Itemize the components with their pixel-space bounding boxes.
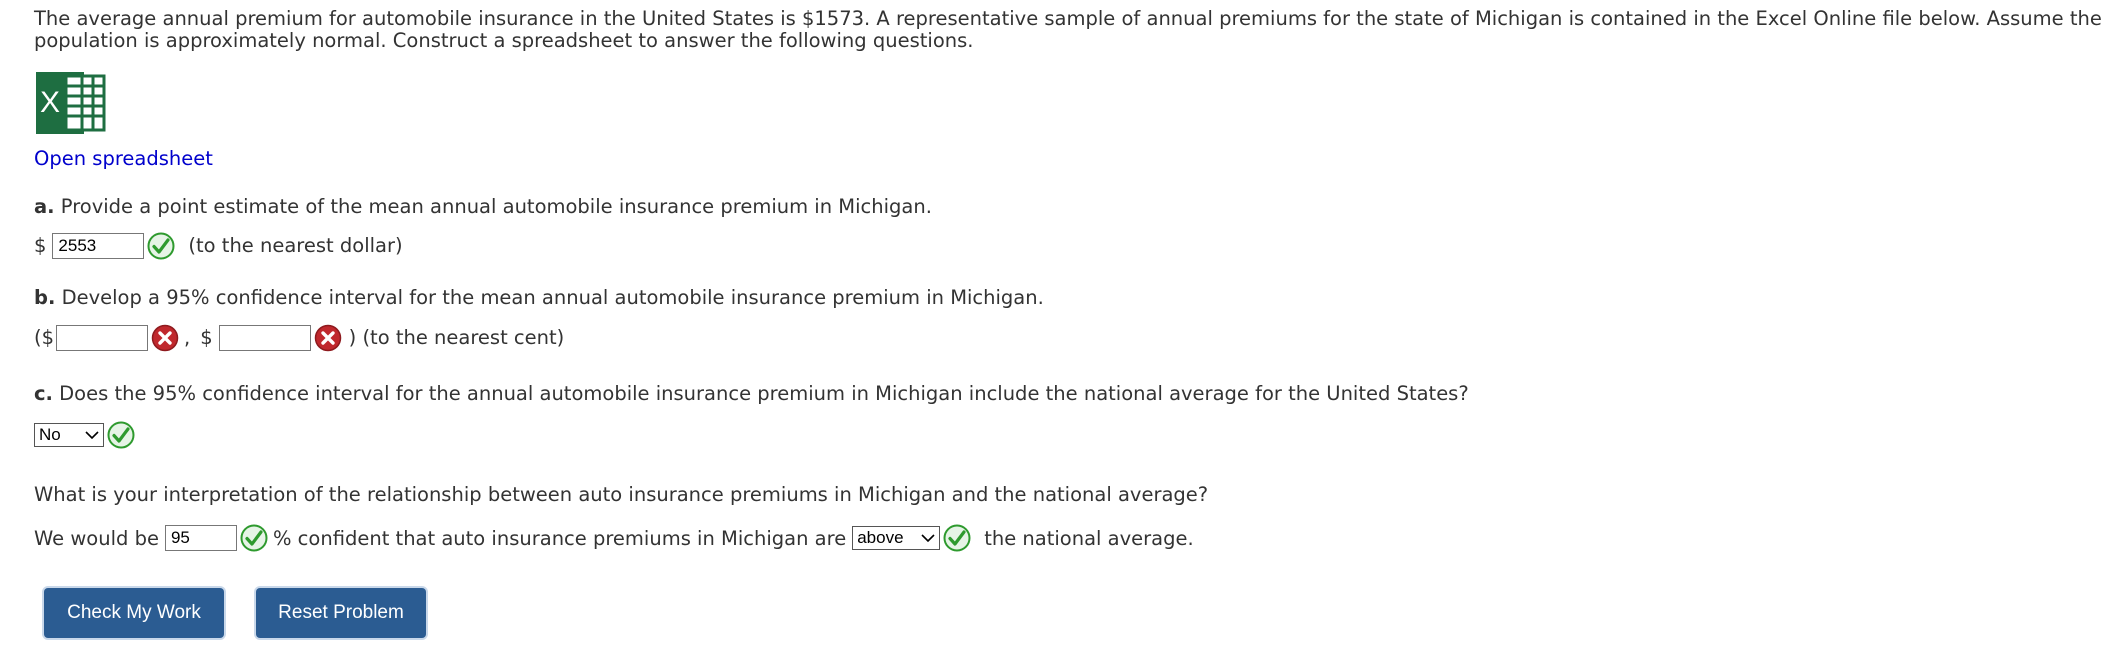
problem-container: The average annual premium for automobil…	[0, 0, 2124, 652]
excel-icon[interactable]: X	[34, 70, 106, 136]
question-c-label: c.	[34, 381, 53, 405]
question-c: c. Does the 95% confidence interval for …	[34, 382, 2090, 405]
reset-problem-button[interactable]: Reset Problem	[256, 588, 426, 638]
interpretation-row: We would be % confident that auto insura…	[34, 524, 2090, 552]
question-c-text: Does the 95% confidence interval for the…	[59, 381, 1469, 405]
confidence-level-input[interactable]	[164, 525, 237, 552]
question-a-label: a.	[34, 194, 55, 218]
currency-symbol-2: $	[200, 325, 213, 349]
open-spreadsheet-link[interactable]: Open spreadsheet	[34, 147, 2090, 170]
question-a: a. Provide a point estimate of the mean …	[34, 195, 2090, 218]
question-b: b. Develop a 95% confidence interval for…	[34, 286, 2090, 309]
include-select-value: No	[39, 424, 61, 444]
above-below-select[interactable]: above	[852, 526, 941, 551]
interpretation-middle: % confident that auto insurance premiums…	[272, 526, 847, 550]
question-a-text: Provide a point estimate of the mean ann…	[60, 194, 932, 218]
above-below-value: above	[857, 528, 904, 548]
answer-a-row: $ (to the nearest dollar)	[34, 232, 2090, 260]
interpretation-prefix: We would be	[34, 526, 159, 550]
include-national-average-select[interactable]: No	[34, 422, 104, 447]
incorrect-icon	[314, 324, 341, 351]
question-b-text: Develop a 95% confidence interval for th…	[61, 286, 1044, 310]
check-icon	[240, 524, 268, 552]
interval-open: ($	[34, 325, 55, 349]
check-icon	[147, 232, 175, 260]
check-icon	[107, 421, 135, 449]
ci-lower-input[interactable]	[56, 324, 149, 351]
interval-separator: ,	[184, 325, 191, 349]
check-icon	[943, 524, 971, 552]
problem-intro: The average annual premium for automobil…	[34, 7, 2102, 52]
chevron-down-icon	[921, 534, 935, 543]
answer-c-row: No	[34, 421, 2090, 449]
interpretation-suffix: the national average.	[984, 526, 1194, 550]
incorrect-icon	[151, 324, 179, 351]
ci-upper-input[interactable]	[218, 324, 311, 351]
chevron-down-icon	[85, 431, 99, 440]
point-estimate-input[interactable]	[52, 233, 145, 260]
question-b-label: b.	[34, 286, 56, 310]
interval-close: ) (to the nearest cent)	[348, 325, 565, 349]
currency-symbol: $	[34, 234, 47, 258]
check-my-work-button[interactable]: Check My Work	[44, 588, 224, 638]
interpretation-question: What is your interpretation of the relat…	[34, 482, 1209, 506]
answer-b-row: ($ , $ ) (to the nearest cent)	[34, 324, 2090, 352]
svg-text:X: X	[40, 86, 60, 119]
answer-a-hint: (to the nearest dollar)	[188, 234, 403, 258]
